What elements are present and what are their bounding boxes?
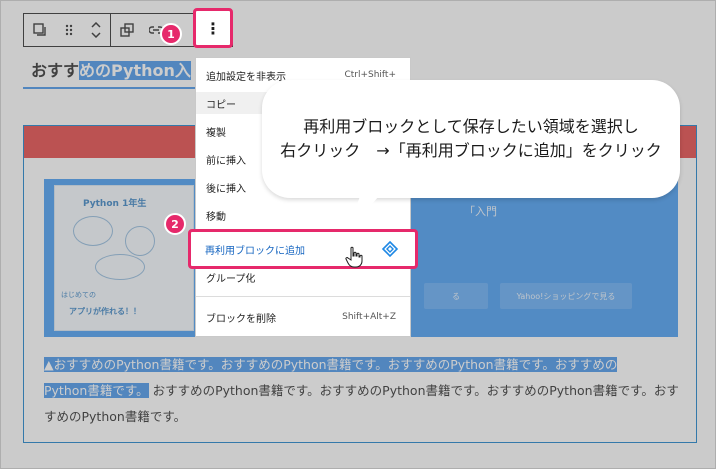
book-cover-image: Python 1年生 はじめての アプリが作れる！！ [54,185,194,331]
callout-line-2: 右クリック →「再利用ブロックに追加」をクリック [280,141,662,160]
menu-item-group[interactable]: グループ化 [196,266,410,288]
menu-item-shortcut: Ctrl+Shift+ [344,70,396,80]
book-cover-tag: はじめての [61,291,96,299]
heading-text: おすす [31,61,80,80]
menu-item-label: コピー [206,99,236,111]
instruction-callout: 再利用ブロックとして保存したい領域を選択し 右クリック →「再利用ブロックに追加… [262,80,680,198]
hand-cursor-icon [345,246,363,268]
drag-handle-icon[interactable] [56,14,82,46]
transform-icon[interactable] [111,14,143,46]
menu-item-label: 再利用ブロックに追加 [205,245,305,257]
more-options-button[interactable]: ⋮ [193,8,233,48]
robot-doodle-icon [95,254,145,280]
menu-item-label: 後に挿入 [206,183,246,195]
banner-button-store[interactable]: る [424,283,488,309]
callout-line-1: 再利用ブロックとして保存したい領域を選択し [303,117,639,136]
step-badge-2: 2 [164,213,186,235]
callout-tail [348,190,384,232]
move-arrows-icon[interactable] [82,14,110,46]
menu-item-label: 前に挿入 [206,155,246,167]
duplicate-icon[interactable] [24,14,56,46]
menu-item-shortcut: Shift+Alt+Z [342,312,396,322]
caption-selected-line-2: Python書籍です。 [44,383,149,398]
cloud-doodle-icon [73,216,113,246]
menu-item-label: 移動 [206,211,226,223]
caption-paragraph[interactable]: ▲おすすめのPython書籍です。おすすめのPython書籍です。おすすめのPy… [44,352,684,430]
book-cover-subtitle: アプリが作れる！！ [69,307,141,316]
menu-item-label: 複製 [206,127,226,139]
menu-item-label: 追加設定を非表示 [206,71,286,83]
menu-item-delete-block[interactable]: ブロックを削除 Shift+Alt+Z [196,306,410,328]
more-vertical-icon: ⋮ [205,18,221,38]
banner-title: 「入門 [464,205,497,218]
heading-underline [23,87,199,89]
reusable-diamond-icon [381,240,399,262]
post-heading[interactable]: おすすめのPython入 [31,57,191,81]
menu-divider [196,296,410,297]
banner-button-yahoo[interactable]: Yahoo!ショッピングで見る [500,283,632,309]
menu-item-add-reusable-block[interactable]: 再利用ブロックに追加 [188,229,418,269]
step-badge-1: 1 [160,23,182,45]
menu-item-label: ブロックを削除 [206,313,276,325]
book-cover-title: Python 1年生 [83,199,147,209]
gear-doodle-icon [125,226,155,256]
caption-selected-line-1: ▲おすすめのPython書籍です。おすすめのPython書籍です。おすすめのPy… [44,357,618,372]
menu-item-label: グループ化 [206,273,256,285]
heading-selected-text: めのPython入 [79,61,191,80]
